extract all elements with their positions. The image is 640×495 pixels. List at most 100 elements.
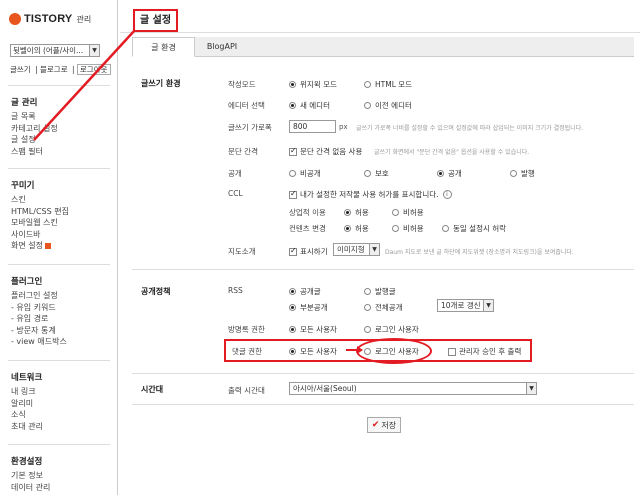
checkbox-no-paragraph-gap[interactable]: 문단 간격 없음 사용 [289,146,362,157]
divider [120,32,640,33]
timezone-select[interactable]: 아시아/서울(Seoul) ▼ [289,382,537,395]
select-value: 이미지형 [337,245,365,254]
divider [132,269,634,270]
radio-rss-partial[interactable]: 부분공개 [289,302,328,313]
option-label: 공개글 [300,287,321,296]
checkbox [289,189,297,199]
checkbox-ccl[interactable]: 내가 설정한 저작물 사용 허가를 표시합니다.i [289,189,452,200]
sidebar-item-category[interactable]: 카테고리 설정 [11,123,58,135]
sidebar-item-mobile-skin[interactable]: 모바일웹 스킨 [11,217,69,229]
sidebar-item-screen[interactable]: 화면 설정 [11,240,69,252]
chevron-down-icon: ▼ [369,244,379,255]
paragraph-hint: 글쓰기 화면에서 "문단 간격 없음" 옵션을 사용할 수 있습니다. [374,149,530,156]
tab-blogapi[interactable]: BlogAPI [197,37,247,57]
option-label: 비허용 [403,224,424,233]
row-label-editor: 에디터 선택 [228,101,265,110]
chevron-down-icon: ▼ [526,383,536,394]
checkbox-admin-approval[interactable]: 관리자 승인 후 출력 [448,346,521,357]
radio-button [392,225,399,232]
radio-publish[interactable]: 발행 [510,168,535,179]
blog-select[interactable]: 뒷벨이의 (어플/사이... ▼ [10,44,100,57]
radio-modify-allow[interactable]: 허용 [344,223,369,234]
option-label: 문단 간격 없음 사용 [300,147,363,156]
radio-rss-published[interactable]: 발행글 [364,286,396,297]
save-button[interactable]: ✔ 저장 [367,417,401,433]
row-label-ccl: CCL [228,189,243,198]
radio-button [364,326,371,333]
tistory-logo-icon [9,13,21,25]
option-label: 관리자 승인 후 출력 [459,347,522,356]
radio-button [364,348,371,355]
sidebar-item-visitor-stats[interactable]: - 방문자 통계 [11,325,67,337]
logo-subtitle: 관리 [76,14,92,24]
radio-button [510,170,517,177]
info-icon[interactable]: i [442,190,452,199]
go-blog-link[interactable]: 블로그로 [40,65,68,74]
divider [8,444,110,445]
width-input[interactable]: 800 [289,120,336,133]
radio-rss-full[interactable]: 전체공개 [364,302,403,313]
option-label: 비허용 [403,208,424,217]
row-label-guestbook: 방명록 권한 [228,325,265,334]
radio-commercial-deny[interactable]: 비허용 [392,207,424,218]
rss-count-select[interactable]: 10개로 갱신 ▼ [437,299,494,312]
option-label: 부분공개 [300,303,328,312]
radio-comment-all[interactable]: 모든 사용자 [289,346,337,357]
sidebar-item-post-list[interactable]: 글 목록 [11,111,58,123]
sidebar-item-my-links[interactable]: 내 링크 [11,386,43,398]
radio-protected[interactable]: 보호 [364,168,389,179]
new-badge-icon [44,242,51,249]
radio-html[interactable]: HTML 모드 [364,79,412,90]
row-label-rss: RSS [228,286,243,295]
section-title-timezone: 시간대 [141,385,164,394]
option-label: 전체공개 [375,303,403,312]
sidebar-item-sidebar[interactable]: 사이드바 [11,229,69,241]
radio-modify-deny[interactable]: 비허용 [392,223,424,234]
sidebar-item-invites[interactable]: 초대 관리 [11,421,43,433]
blog-select-value: 뒷벨이의 (어플/사이... [13,46,84,55]
sidebar-item-data[interactable]: 데이터 관리 [11,482,50,494]
radio-public[interactable]: 공개 [437,168,462,179]
row-label-timezone: 출력 시간대 [228,386,265,395]
option-label: 새 에디터 [300,101,330,110]
sidebar-item-view-adbox[interactable]: - view 애드박스 [11,336,67,348]
divider [8,264,110,265]
row-label-map: 지도소개 [228,247,256,256]
radio-button [364,81,371,88]
sidebar-item-spam-filter[interactable]: 스팸 필터 [11,146,58,158]
sidebar-item-keywords[interactable]: - 유입 키워드 [11,302,67,314]
radio-modify-sharealike[interactable]: 동일 설정시 허락 [442,223,506,234]
radio-button [289,304,296,311]
write-link[interactable]: 글쓰기 [10,65,31,74]
map-type-select[interactable]: 이미지형 ▼ [333,243,380,256]
sidebar-item-basic-info[interactable]: 기본 정보 [11,470,50,482]
sidebar-item-plugin-settings[interactable]: 플러그인 설정 [11,290,67,302]
radio-new-editor[interactable]: 새 에디터 [289,100,330,111]
option-label: 모든 사용자 [300,347,337,356]
radio-wysiwyg[interactable]: 위지윅 모드 [289,79,337,90]
radio-private[interactable]: 비공개 [289,168,321,179]
sidebar-item-html-css[interactable]: HTML/CSS 편집 [11,206,69,218]
tistory-logo[interactable]: TISTORY 관리 [9,13,91,25]
radio-guestbook-login[interactable]: 로그인 사용자 [364,324,419,335]
sidebar-item-referrers[interactable]: - 유입 경로 [11,313,67,325]
sidebar-item-skin[interactable]: 스킨 [11,194,69,206]
radio-commercial-allow[interactable]: 허용 [344,207,369,218]
radio-comment-login[interactable]: 로그인 사용자 [364,346,419,357]
logout-button[interactable]: 로그아웃 [76,64,111,75]
row-label-width: 글쓰기 가로폭 [228,123,272,132]
tab-post-environment[interactable]: 글 환경 [132,37,195,57]
radio-button [289,102,296,109]
radio-guestbook-all[interactable]: 모든 사용자 [289,324,337,335]
sidebar-item-news[interactable]: 소식 [11,409,43,421]
radio-button [364,288,371,295]
nav-group-title: 환경설정 [11,457,43,467]
checkbox-map-show[interactable]: 표시하기 [289,246,328,257]
page-title: 글 설정 [133,9,178,32]
radio-old-editor[interactable]: 이전 에디터 [364,100,412,111]
option-label: 표시하기 [300,247,328,256]
option-label: 내가 설정한 저작물 사용 허가를 표시합니다. [300,190,439,199]
radio-rss-public[interactable]: 공개글 [289,286,321,297]
sidebar-item-post-settings[interactable]: 글 설정 [11,135,36,144]
sidebar-item-notifier[interactable]: 알리미 [11,398,43,410]
